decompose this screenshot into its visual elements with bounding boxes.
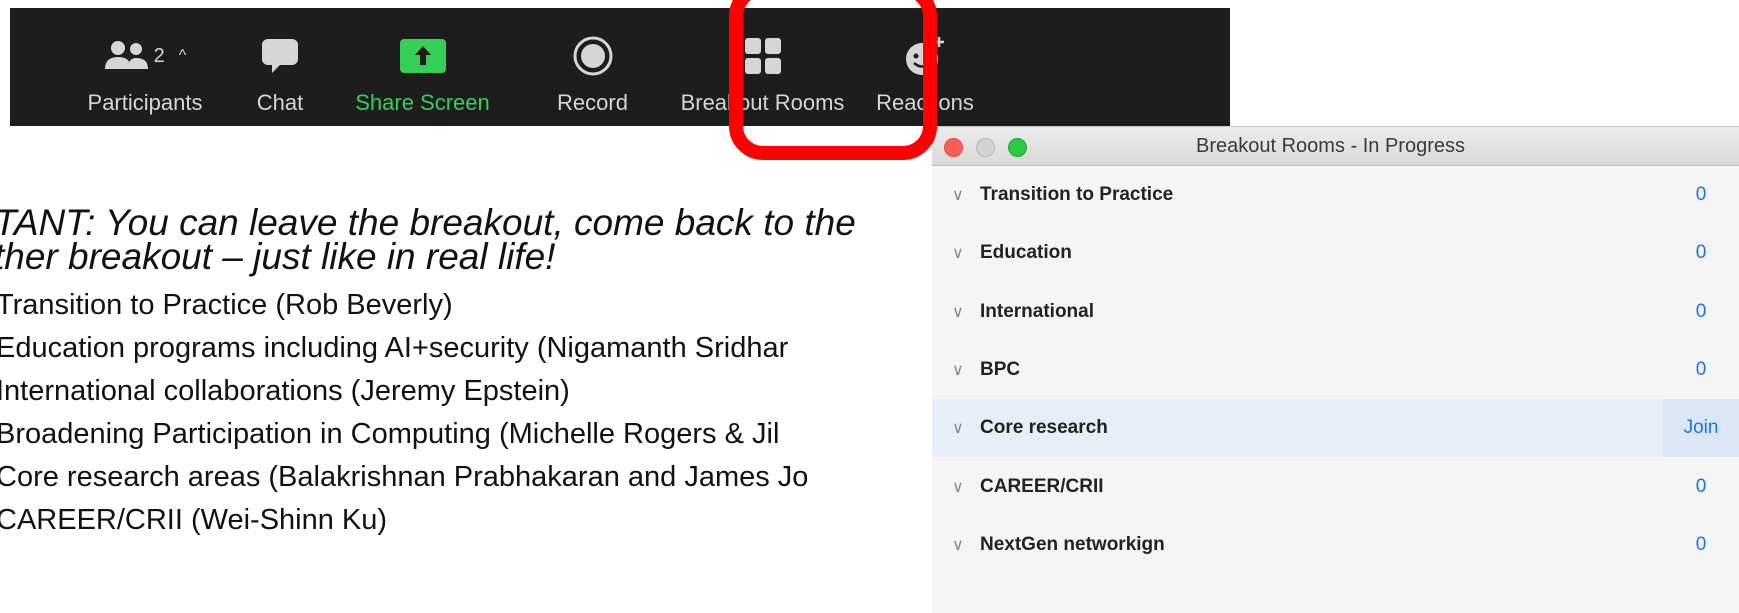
share-screen-icon — [399, 39, 446, 73]
topic-list: Transition to Practice (Rob Beverly) Edu… — [0, 284, 931, 542]
important-note-line-1: TANT: You can leave the breakout, come b… — [0, 206, 856, 243]
breakout-rooms-button[interactable]: Breakout Rooms — [675, 8, 850, 126]
close-window-button[interactable] — [944, 138, 963, 157]
participants-label: Participants — [87, 90, 203, 115]
room-name: NextGen networkign — [980, 533, 1165, 555]
room-row-hovered[interactable]: ∨ Core research Join — [932, 399, 1739, 458]
chevron-down-icon[interactable]: ∨ — [952, 535, 980, 555]
meeting-toolbar: 2 ^ Participants Chat Share Screen Recor… — [10, 8, 1230, 126]
room-row[interactable]: ∨ Education 0 — [932, 224, 1739, 282]
minimize-window-button[interactable] — [976, 138, 995, 157]
room-count: 0 — [1695, 533, 1707, 555]
room-name: Education — [980, 242, 1072, 264]
reactions-label: Reactions — [876, 90, 974, 115]
participants-icon — [104, 41, 148, 69]
chevron-down-icon[interactable]: ∨ — [952, 302, 980, 322]
record-icon — [573, 36, 612, 76]
room-row[interactable]: ∨ BPC 0 — [932, 341, 1739, 399]
chat-label: Chat — [256, 90, 304, 115]
window-title: Breakout Rooms - In Progress — [1196, 134, 1465, 157]
room-row[interactable]: ∨ Transition to Practice 0 — [932, 166, 1739, 224]
breakout-rooms-window: Breakout Rooms - In Progress ∨ Transitio… — [932, 126, 1739, 613]
breakout-rooms-label: Breakout Rooms — [680, 90, 845, 115]
room-count: 0 — [1695, 475, 1707, 497]
window-titlebar: Breakout Rooms - In Progress — [932, 127, 1739, 166]
room-name: BPC — [980, 359, 1021, 381]
important-note-line-2: ther breakout – just like in real life! — [0, 236, 556, 277]
chat-button[interactable]: Chat — [225, 8, 335, 126]
zoom-window-button[interactable] — [1008, 138, 1027, 157]
room-count: 0 — [1695, 242, 1707, 264]
room-row[interactable]: ∨ CAREER/CRII 0 — [932, 457, 1739, 515]
room-name: Transition to Practice — [980, 184, 1174, 206]
caret-up-icon[interactable]: ^ — [179, 47, 187, 65]
room-name: Core research — [980, 417, 1108, 439]
chevron-down-icon[interactable]: ∨ — [952, 360, 980, 380]
room-name: CAREER/CRII — [980, 475, 1104, 497]
breakout-rooms-icon — [744, 38, 781, 74]
list-item: Broadening Participation in Computing (M… — [0, 418, 780, 450]
chat-icon — [262, 39, 298, 73]
record-label: Record — [557, 90, 628, 115]
join-room-button[interactable]: Join — [1663, 399, 1739, 458]
important-note: TANT: You can leave the breakout, come b… — [0, 206, 931, 277]
share-screen-button[interactable]: Share Screen — [335, 8, 510, 126]
share-screen-label: Share Screen — [355, 90, 490, 115]
room-count: 0 — [1695, 184, 1707, 206]
reactions-icon — [906, 37, 944, 75]
window-controls — [944, 138, 1027, 157]
room-count: 0 — [1695, 359, 1707, 381]
chevron-down-icon[interactable]: ∨ — [952, 477, 980, 497]
room-count: 0 — [1695, 300, 1707, 322]
room-name: International — [980, 300, 1095, 322]
slide-body: TANT: You can leave the breakout, come b… — [0, 206, 931, 542]
list-item: CAREER/CRII (Wei-Shinn Ku) — [0, 504, 388, 536]
participants-count: 2 — [153, 44, 165, 67]
record-button[interactable]: Record — [510, 8, 675, 126]
chevron-down-icon[interactable]: ∨ — [952, 418, 980, 438]
participants-button[interactable]: 2 ^ Participants — [65, 8, 225, 126]
chevron-down-icon[interactable]: ∨ — [952, 243, 980, 263]
reactions-button[interactable]: Reactions — [850, 8, 1000, 126]
room-row[interactable]: ∨ International 0 — [932, 283, 1739, 341]
chevron-down-icon[interactable]: ∨ — [952, 185, 980, 205]
list-item: Transition to Practice (Rob Beverly) — [0, 289, 453, 321]
list-item: Core research areas (Balakrishnan Prabha… — [0, 461, 809, 493]
list-item: International collaborations (Jeremy Eps… — [0, 375, 570, 407]
list-item: Education programs including AI+security… — [0, 332, 789, 364]
room-row[interactable]: ∨ NextGen networkign 0 — [932, 516, 1739, 574]
